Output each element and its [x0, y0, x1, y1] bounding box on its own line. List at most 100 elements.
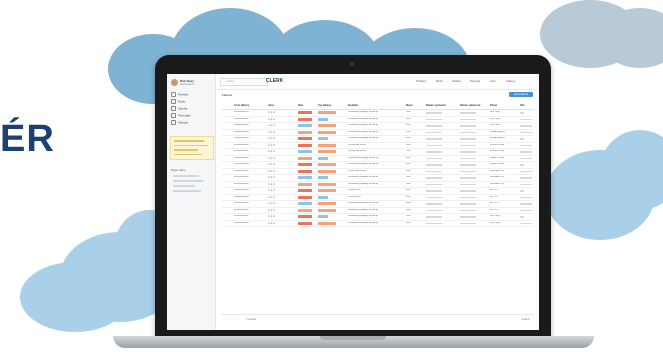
subnav-item[interactable] — [173, 175, 199, 177]
invoice-currency: CZK — [406, 163, 411, 165]
row-actions[interactable]: ✎ ⎘ ✕ — [268, 222, 275, 225]
status-badge — [298, 124, 312, 128]
row-actions[interactable]: ✎ ⎘ ✕ — [268, 124, 275, 127]
column-header[interactable]: Datum splatnosti — [460, 104, 480, 107]
invoice-number: 2019/0000002 — [234, 117, 249, 120]
invoice-description: Prodej zbozi — [348, 195, 361, 198]
client-ico — [520, 196, 532, 198]
row-actions[interactable]: ✎ ⎘ ✕ — [268, 202, 275, 205]
client-name: Petr Novy — [490, 111, 501, 113]
issue-date — [426, 118, 442, 120]
column-header[interactable]: Cislo faktury — [234, 104, 249, 107]
sidebar-item-zaloha[interactable]: Zaloha — [171, 106, 213, 111]
issue-date — [426, 144, 442, 146]
invoice-type-badge — [318, 208, 336, 212]
row-actions[interactable]: ✎ ⎘ ✕ — [268, 215, 275, 218]
laptop-notch — [320, 336, 386, 340]
prev-page-icon[interactable]: ‹ — [226, 318, 227, 321]
invoice-currency: CZK — [406, 130, 411, 133]
issue-date — [426, 157, 442, 159]
status-badge — [298, 208, 312, 212]
issue-date — [426, 203, 442, 205]
column-header[interactable]: Stav — [298, 104, 303, 107]
due-date — [460, 183, 476, 185]
due-date — [460, 144, 476, 146]
row-actions[interactable]: ✎ ⎘ ✕ — [268, 209, 275, 212]
row-actions[interactable]: ✎ ⎘ ✕ — [268, 196, 275, 199]
status-badge — [298, 182, 312, 186]
due-date — [460, 164, 476, 166]
client-ico — [520, 222, 532, 224]
top-menu-item[interactable]: Kurz — [490, 79, 496, 83]
search-input[interactable]: Hledat — [220, 78, 268, 86]
invoice-type-badge — [318, 143, 336, 147]
pagination: ‹ › 1 stranka Celkem — [222, 314, 534, 323]
column-header[interactable]: Datum vystaveni — [426, 104, 446, 107]
invoice-currency: CZK — [406, 124, 411, 126]
sidebar-item-prevodky[interactable]: Prevodky — [171, 113, 213, 118]
row-actions[interactable]: ✎ ⎘ ✕ — [268, 131, 275, 134]
status-badge — [298, 189, 312, 193]
top-menu-item[interactable]: Mzdy — [436, 79, 443, 83]
invoice-number: 2019/0000005 — [234, 137, 249, 139]
subnav-item[interactable] — [173, 190, 201, 192]
client-ico — [520, 183, 532, 185]
table-row[interactable]: 2019/0000018 ✎ ⎘ ✕ Pravidelne poplatky za … — [222, 221, 534, 227]
row-actions[interactable]: ✎ ⎘ ✕ — [268, 137, 275, 140]
row-actions[interactable]: ✎ ⎘ ✕ — [268, 189, 275, 192]
sidebar-item-faktura[interactable]: Faktura — [171, 120, 213, 125]
client-ico — [520, 157, 532, 159]
row-actions[interactable]: ✎ ⎘ ✕ — [268, 144, 275, 147]
top-menu-item[interactable]: Faktury — [506, 79, 515, 83]
top-menu-item[interactable]: Prevody — [470, 79, 480, 83]
due-date — [460, 196, 476, 198]
row-actions[interactable]: ✎ ⎘ ✕ — [268, 150, 275, 153]
top-menu-item[interactable]: Prehled — [416, 79, 426, 83]
money-icon — [171, 99, 176, 104]
status-badge — [298, 195, 312, 199]
row-actions[interactable]: ✎ ⎘ ✕ — [268, 157, 275, 160]
sidebar-item-prehled[interactable]: Prehled — [171, 92, 213, 97]
top-menu-item[interactable]: Zaloha — [452, 79, 461, 83]
client-ico — [520, 125, 532, 127]
issue-date — [426, 222, 442, 224]
issue-date — [426, 190, 442, 192]
row-actions[interactable]: ✎ ⎘ ✕ — [268, 163, 275, 166]
issue-date — [426, 196, 442, 198]
add-invoice-button[interactable]: Nova faktura — [509, 92, 533, 97]
subnav-item[interactable] — [173, 180, 203, 182]
client-ico — [520, 177, 532, 179]
next-page-icon[interactable]: › — [234, 318, 235, 321]
due-date — [460, 131, 476, 133]
sidebar-item-mzdy[interactable]: Mzdy — [171, 99, 213, 104]
status-badge — [298, 150, 312, 154]
client-name: Jindrich Pena — [490, 150, 504, 152]
column-header[interactable]: Dodatek — [348, 104, 358, 107]
subnav-title: Moje volby — [171, 168, 186, 172]
invoice-description: Pravidelne poplatky za sluzby — [348, 182, 379, 185]
subnav-item[interactable] — [173, 185, 195, 187]
page-heading: ÉR — [0, 118, 55, 160]
column-header[interactable]: ICO — [520, 104, 524, 107]
column-header[interactable]: Akce — [268, 104, 274, 107]
invoice-number: 2019/0000015 — [234, 202, 249, 204]
column-header[interactable]: Klient — [490, 104, 497, 107]
user-role: Administrator — [180, 83, 195, 86]
row-actions[interactable]: ✎ ⎘ ✕ — [268, 176, 275, 179]
row-actions[interactable]: ✎ ⎘ ✕ — [268, 111, 275, 114]
webcam-icon — [350, 62, 354, 66]
dashboard-icon — [171, 92, 176, 97]
column-header[interactable]: Typ faktury — [318, 104, 331, 107]
status-badge — [298, 143, 312, 147]
client-ico — [520, 131, 532, 133]
row-actions[interactable]: ✎ ⎘ ✕ — [268, 118, 275, 121]
row-actions[interactable]: ✎ ⎘ ✕ — [268, 170, 275, 173]
due-date — [460, 125, 476, 127]
invoice-description: Pravidelne poplatky za sluzby — [348, 124, 379, 126]
invoice-number: 2019/0000011 — [234, 176, 249, 178]
avatar[interactable] — [171, 79, 178, 86]
column-header[interactable]: Mena — [406, 104, 412, 107]
invoice-description: Pravidelne poplatky za sluzby — [348, 221, 379, 224]
client-name: Petr Novy — [490, 117, 501, 120]
row-actions[interactable]: ✎ ⎘ ✕ — [268, 183, 275, 186]
